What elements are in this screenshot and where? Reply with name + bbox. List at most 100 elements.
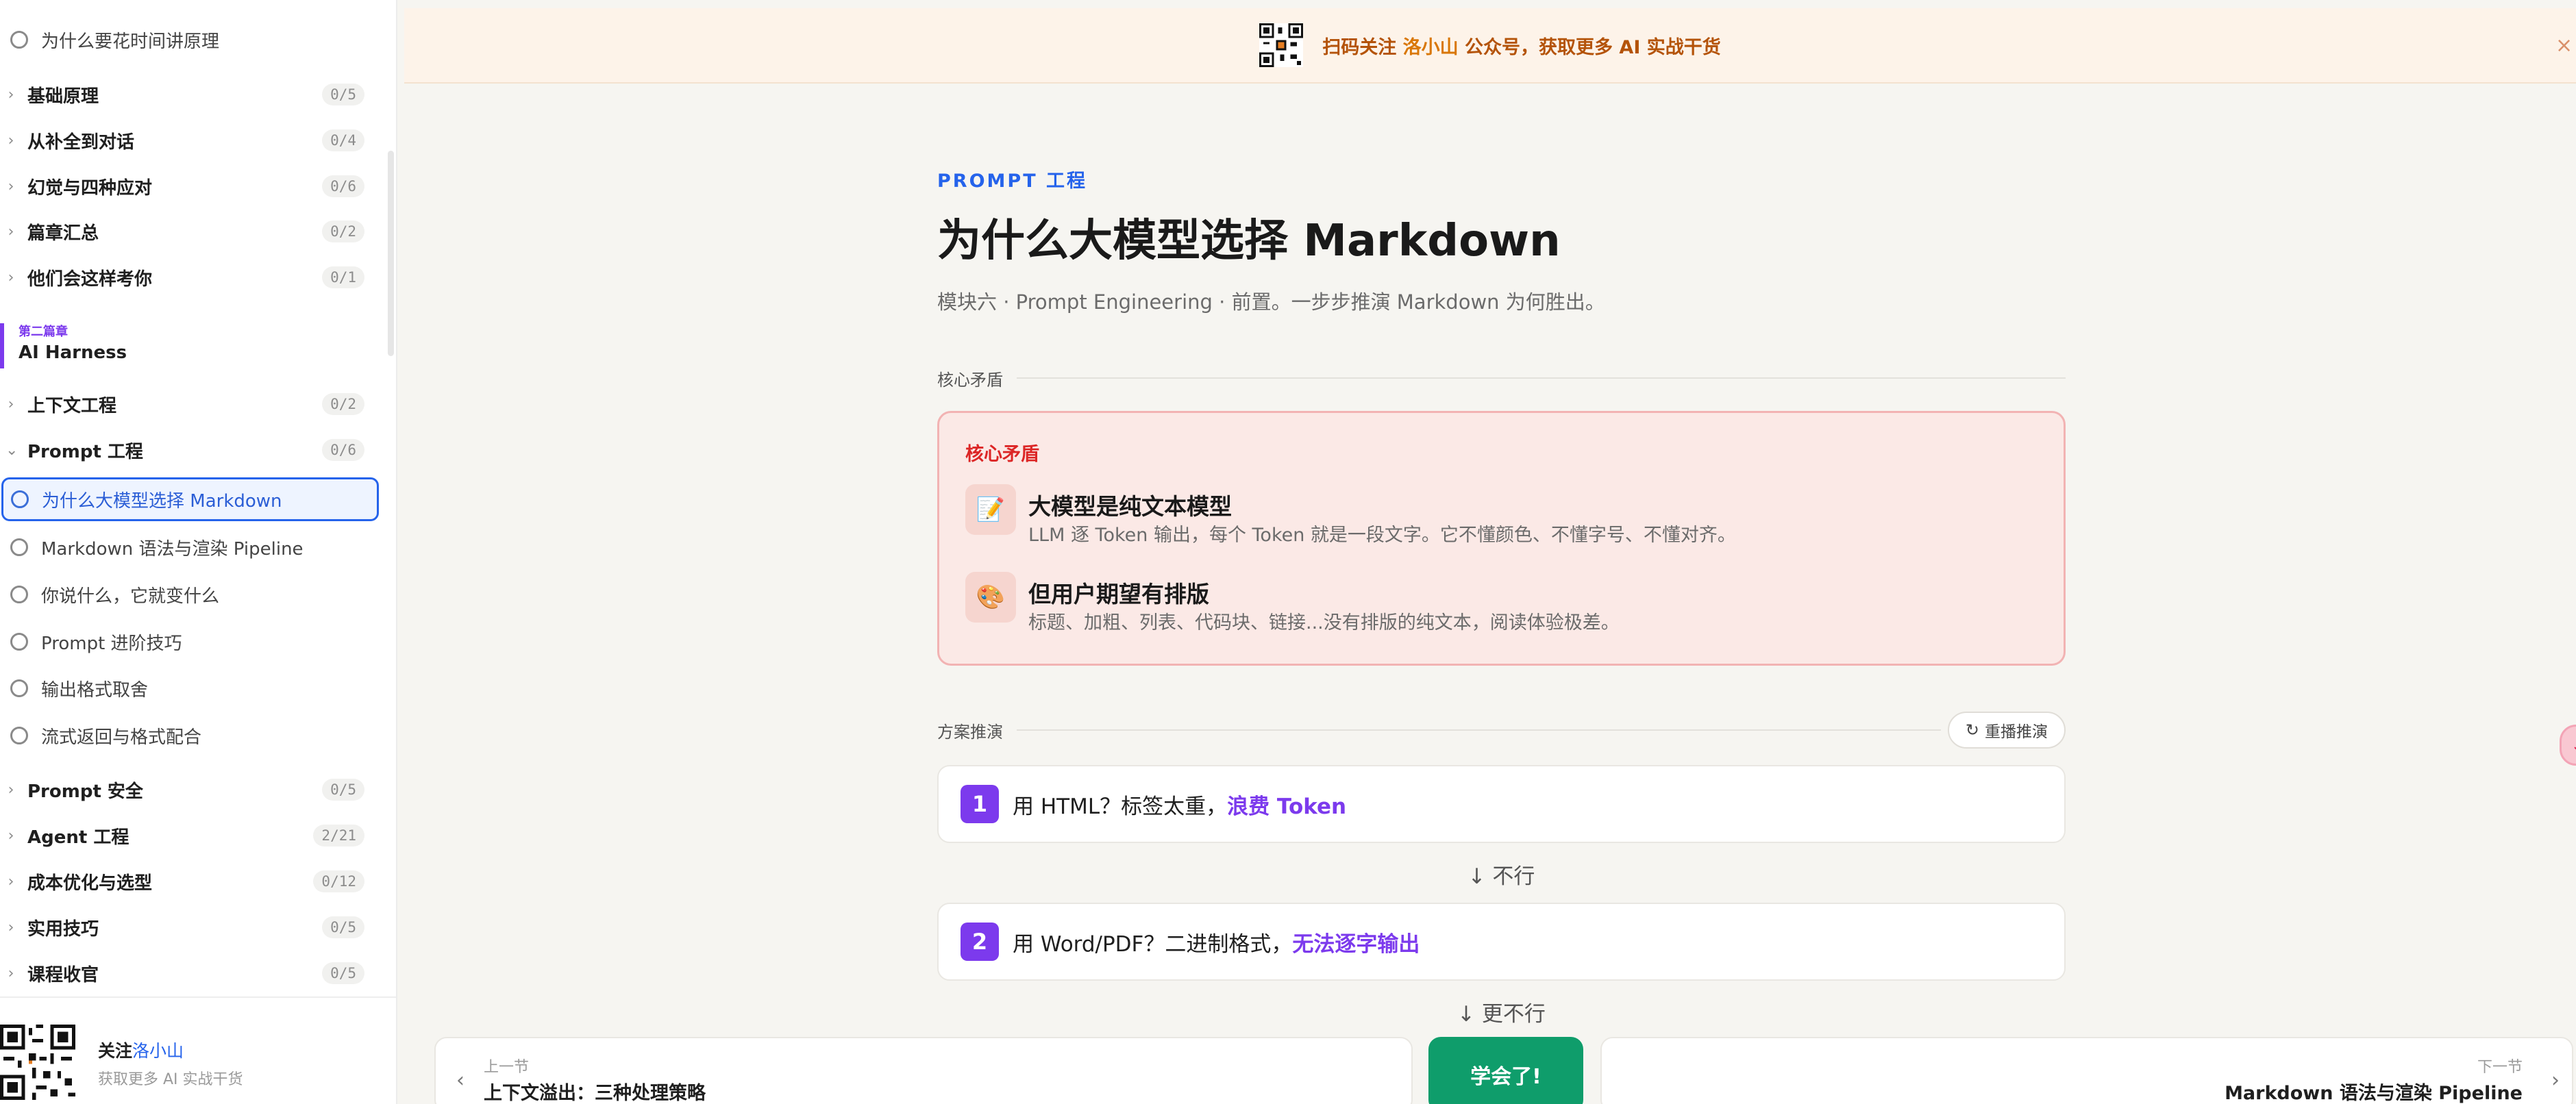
conflict-title: 核心矛盾 bbox=[965, 444, 1039, 465]
lesson-label: 你说什么，它就变什么 bbox=[41, 586, 220, 607]
follow-subtitle: 获取更多 AI 实战干货 bbox=[98, 1071, 243, 1088]
banner-name: 洛小山 bbox=[1402, 36, 1459, 58]
sidebar-group[interactable]: › Prompt 安全 0/5 bbox=[0, 773, 373, 807]
sidebar-nav: 为什么要花时间讲原理 › 基础原理 0/5 › 从补全到对话 0/4 › 幻觉与… bbox=[0, 0, 397, 996]
progress-badge: 0/5 bbox=[322, 916, 364, 938]
group-label: 他们会这样考你 bbox=[27, 268, 153, 290]
sidebar-group-expanded[interactable]: ⌄ Prompt 工程 0/6 bbox=[0, 433, 373, 467]
replay-label: 重播推演 bbox=[1985, 723, 2048, 741]
chapter-header: 第二篇章 AI Harness bbox=[0, 323, 127, 368]
progress-badge: 0/5 bbox=[322, 779, 364, 801]
divider bbox=[1017, 729, 1941, 731]
group-label: Prompt 安全 bbox=[27, 781, 143, 802]
step-text: 用 Word/PDF？二进制格式，无法逐字输出 bbox=[1013, 927, 1420, 957]
lesson-label: 流式返回与格式配合 bbox=[41, 727, 202, 748]
lesson-label: 输出格式取舍 bbox=[41, 679, 149, 701]
circle-icon bbox=[11, 490, 29, 508]
progress-badge: 0/5 bbox=[322, 962, 364, 984]
lesson-item-active[interactable]: 为什么大模型选择 Markdown bbox=[1, 477, 379, 521]
follow-name-link[interactable]: 洛小山 bbox=[132, 1041, 184, 1061]
conflict-card: 核心矛盾 📝 大模型是纯文本模型 LLM 逐 Token 输出，每个 Token… bbox=[937, 411, 2066, 666]
chevron-right-icon: › bbox=[2551, 1068, 2560, 1092]
qr-code-icon bbox=[1259, 23, 1304, 67]
sidebar-group[interactable]: › 他们会这样考你 0/1 bbox=[0, 260, 373, 294]
lesson-label: 为什么要花时间讲原理 bbox=[41, 31, 220, 52]
progress-badge: 0/6 bbox=[322, 439, 364, 461]
step-number: 2 bbox=[961, 923, 999, 961]
sidebar-group[interactable]: › 实用技巧 0/5 bbox=[0, 910, 373, 944]
sidebar-footer: 关注洛小山 获取更多 AI 实战干货 bbox=[0, 996, 396, 1104]
group-label: 成本优化与选型 bbox=[27, 873, 153, 894]
lesson-label: 为什么大模型选择 Markdown bbox=[42, 490, 282, 512]
progress-badge: 2/21 bbox=[313, 825, 364, 846]
derivation-step: 2 用 Word/PDF？二进制格式，无法逐字输出 bbox=[937, 903, 2066, 981]
memo-icon: 📝 bbox=[965, 484, 1016, 535]
chevron-right-icon: › bbox=[8, 223, 14, 240]
mark-learned-button[interactable]: 学会了! bbox=[1428, 1037, 1583, 1104]
next-label: 下一节 bbox=[2477, 1059, 2523, 1076]
group-label: Agent 工程 bbox=[27, 827, 129, 848]
close-icon[interactable]: × bbox=[2555, 36, 2576, 56]
chevron-right-icon: › bbox=[8, 918, 14, 936]
sidebar-group[interactable]: › 篇章汇总 0/2 bbox=[0, 214, 373, 249]
next-lesson-button[interactable]: 下一节 Markdown 语法与渲染 Pipeline › bbox=[1600, 1037, 2573, 1104]
chevron-right-icon: › bbox=[8, 268, 14, 286]
sidebar-group[interactable]: › Agent 工程 2/21 bbox=[0, 818, 373, 853]
chevron-right-icon: › bbox=[8, 827, 14, 844]
lesson-item[interactable]: Markdown 语法与渲染 Pipeline bbox=[0, 528, 384, 566]
lesson-item[interactable]: 为什么要花时间讲原理 bbox=[0, 21, 384, 59]
sidebar-group[interactable]: › 基础原理 0/5 bbox=[0, 77, 373, 112]
prev-title: 上下文溢出：三种处理策略 bbox=[484, 1083, 706, 1104]
sidebar-group[interactable]: › 幻觉与四种应对 0/6 bbox=[0, 169, 373, 203]
section-header-conflict: 核心矛盾 bbox=[937, 364, 2066, 392]
sidebar-group[interactable]: › 从补全到对话 0/4 bbox=[0, 123, 373, 158]
palette-icon: 🎨 bbox=[965, 572, 1016, 623]
floating-widget-button[interactable]: ↓ bbox=[2560, 725, 2576, 766]
lesson-item[interactable]: Prompt 进阶技巧 bbox=[0, 623, 384, 661]
sidebar-group[interactable]: › 成本优化与选型 0/12 bbox=[0, 864, 373, 899]
replay-button[interactable]: ↻ 重播推演 bbox=[1947, 712, 2066, 749]
progress-badge: 0/4 bbox=[322, 129, 364, 151]
group-label: Prompt 工程 bbox=[27, 441, 143, 462]
page-subtitle: 模块六 · Prompt Engineering · 前置。一步步推演 Mark… bbox=[937, 290, 1605, 314]
divider bbox=[1017, 377, 2066, 379]
prev-lesson-button[interactable]: ‹ 上一节 上下文溢出：三种处理策略 bbox=[434, 1037, 1413, 1104]
section-header-derivation: 方案推演 ↻ 重播推演 bbox=[937, 712, 2066, 749]
sidebar-scrollbar[interactable] bbox=[388, 151, 394, 356]
group-label: 上下文工程 bbox=[27, 395, 117, 416]
sidebar-group[interactable]: › 课程收官 0/5 bbox=[0, 956, 373, 990]
lesson-item[interactable]: 流式返回与格式配合 bbox=[0, 716, 384, 755]
chevron-right-icon: › bbox=[8, 781, 14, 799]
chevron-right-icon: › bbox=[8, 873, 14, 890]
conflict-heading: 但用户期望有排版 bbox=[1028, 581, 1209, 607]
qr-code-icon bbox=[0, 1025, 75, 1100]
step-arrow: ↓ 更不行 bbox=[1457, 1002, 1546, 1027]
lesson-item[interactable]: 你说什么，它就变什么 bbox=[0, 575, 384, 614]
lesson-item[interactable]: 输出格式取舍 bbox=[0, 669, 384, 707]
chevron-left-icon: ‹ bbox=[456, 1068, 465, 1092]
progress-badge: 0/2 bbox=[322, 393, 364, 415]
step-text: 用 HTML？标签太重，浪费 Token bbox=[1013, 789, 1346, 820]
follow-prefix: 关注 bbox=[98, 1041, 133, 1061]
circle-icon bbox=[10, 727, 28, 744]
step-highlight: 无法逐字输出 bbox=[1292, 931, 1420, 957]
conflict-desc: LLM 逐 Token 输出，每个 Token 就是一段文字。它不懂颜色、不懂字… bbox=[1028, 525, 1736, 546]
section-title: 核心矛盾 bbox=[937, 370, 1003, 390]
circle-icon bbox=[10, 31, 28, 49]
conflict-item: 📝 大模型是纯文本模型 LLM 逐 Token 输出，每个 Token 就是一段… bbox=[965, 484, 2034, 546]
group-label: 课程收官 bbox=[27, 964, 99, 986]
banner-text-a: 扫码关注 bbox=[1322, 36, 1403, 58]
section-title: 方案推演 bbox=[937, 722, 1003, 742]
page-title: 为什么大模型选择 Markdown bbox=[937, 216, 1561, 266]
sidebar-group[interactable]: › 上下文工程 0/2 bbox=[0, 387, 373, 421]
lesson-label: Prompt 进阶技巧 bbox=[41, 633, 182, 654]
chevron-right-icon: › bbox=[8, 395, 14, 413]
step-highlight: 浪费 Token bbox=[1227, 794, 1347, 819]
step-number: 1 bbox=[961, 785, 999, 823]
step-text-main: 用 HTML？标签太重， bbox=[1013, 794, 1228, 819]
derivation-step: 1 用 HTML？标签太重，浪费 Token bbox=[937, 765, 2066, 843]
step-text-main: 用 Word/PDF？二进制格式， bbox=[1013, 931, 1293, 957]
promo-banner: 扫码关注 洛小山 公众号，获取更多 AI 实战干货 × bbox=[404, 8, 2576, 84]
progress-badge: 0/5 bbox=[322, 84, 364, 105]
circle-icon bbox=[10, 633, 28, 651]
